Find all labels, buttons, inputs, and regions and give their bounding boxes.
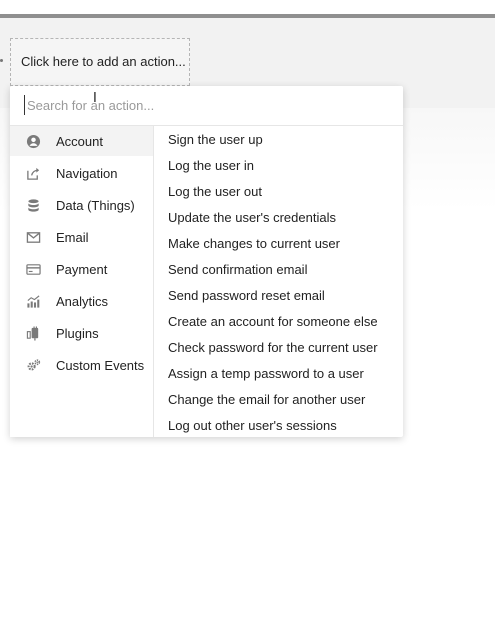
category-account[interactable]: Account: [10, 126, 153, 156]
category-label: Navigation: [56, 166, 118, 181]
analytics-icon: [26, 294, 41, 309]
category-email[interactable]: Email: [10, 222, 153, 252]
action-change-email-another-user[interactable]: Change the email for another user: [168, 392, 365, 407]
plugins-icon: [26, 326, 41, 341]
category-navigation[interactable]: Navigation: [10, 158, 153, 188]
action-assign-temp-password[interactable]: Assign a temp password to a user: [168, 366, 364, 381]
action-sign-up[interactable]: Sign the user up: [168, 132, 263, 147]
category-payment[interactable]: Payment: [10, 254, 153, 284]
action-log-out[interactable]: Log the user out: [168, 184, 262, 199]
add-action-label: Click here to add an action...: [21, 54, 186, 69]
category-label: Plugins: [56, 326, 99, 341]
action-log-in[interactable]: Log the user in: [168, 158, 254, 173]
add-action-box[interactable]: Click here to add an action...: [10, 38, 190, 86]
email-icon: [26, 230, 41, 245]
category-label: Account: [56, 134, 103, 149]
account-icon: [26, 134, 41, 149]
action-log-out-other-sessions[interactable]: Log out other user's sessions: [168, 418, 337, 433]
category-label: Custom Events: [56, 358, 145, 373]
category-label: Email: [56, 230, 89, 245]
action-send-password-reset-email[interactable]: Send password reset email: [168, 288, 325, 303]
category-plugins[interactable]: Plugins: [10, 318, 153, 348]
action-check-password[interactable]: Check password for the current user: [168, 340, 378, 355]
category-label: Data (Things): [56, 198, 135, 213]
action-picker-dropdown: I Account Navigation Data (Things) Emai: [10, 86, 403, 437]
action-list: Sign the user up Log the user in Log the…: [154, 126, 403, 437]
payment-icon: [26, 262, 41, 277]
navigation-icon: [26, 166, 41, 181]
text-cursor-icon: I: [93, 91, 97, 106]
connector-dot: [0, 59, 3, 62]
action-update-credentials[interactable]: Update the user's credentials: [168, 210, 336, 225]
action-search-input[interactable]: [24, 95, 387, 115]
category-label: Payment: [56, 262, 108, 277]
database-icon: [26, 198, 41, 213]
category-analytics[interactable]: Analytics: [10, 286, 153, 316]
category-data-things[interactable]: Data (Things): [10, 190, 153, 220]
action-make-changes-current-user[interactable]: Make changes to current user: [168, 236, 340, 251]
category-label: Analytics: [56, 294, 109, 309]
custom-events-icon: [26, 358, 41, 373]
category-custom-events[interactable]: Custom Events: [10, 350, 153, 380]
action-send-confirmation-email[interactable]: Send confirmation email: [168, 262, 307, 277]
category-list: Account Navigation Data (Things) Email P: [10, 126, 154, 437]
action-create-account-for-someone-else[interactable]: Create an account for someone else: [168, 314, 378, 329]
search-row: I: [10, 86, 403, 126]
